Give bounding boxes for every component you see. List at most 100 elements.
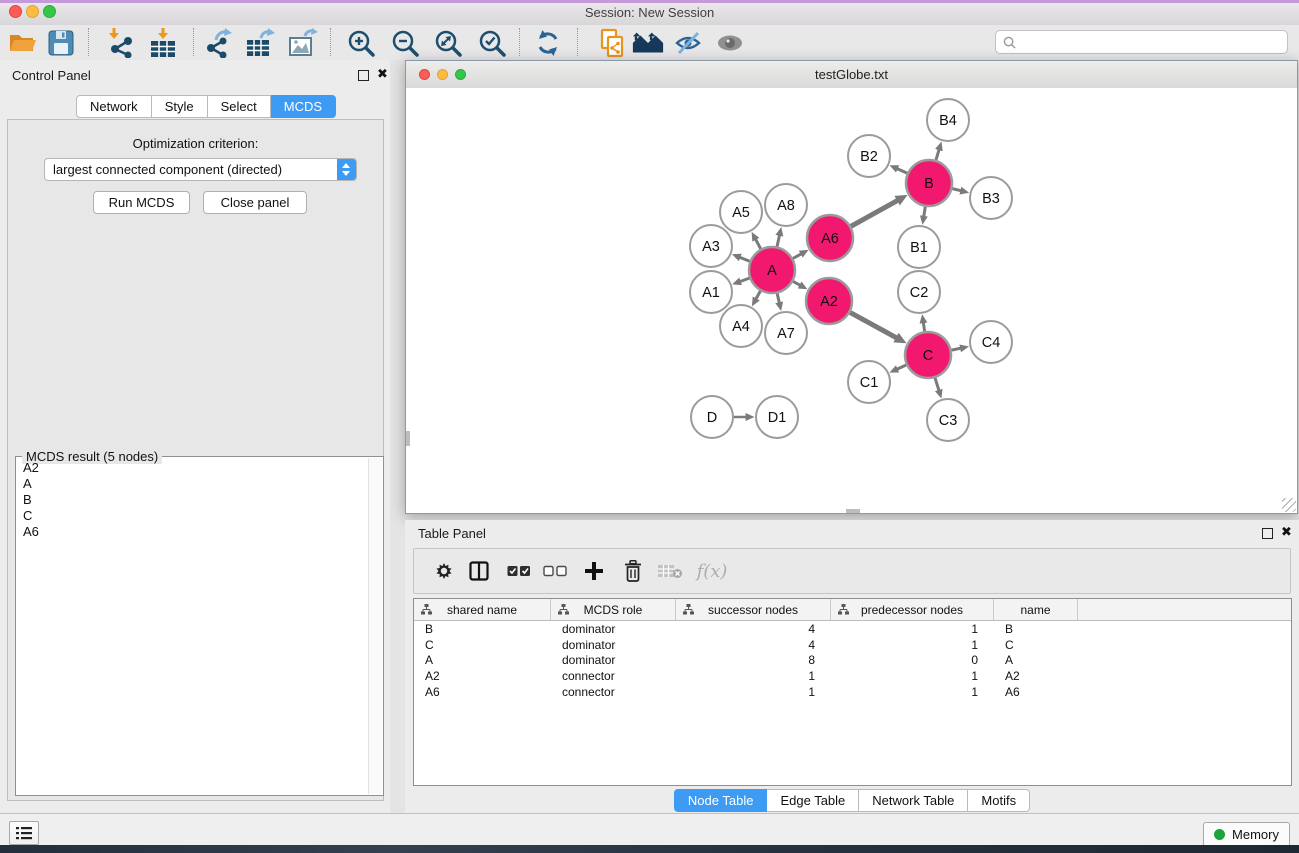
zoom-in-icon[interactable]: [344, 26, 378, 59]
graph-node-C3[interactable]: C3: [927, 399, 969, 441]
graph-node-D1[interactable]: D1: [756, 396, 798, 438]
network-window-titlebar[interactable]: testGlobe.txt: [406, 61, 1297, 89]
graph-node-B1[interactable]: B1: [898, 226, 940, 268]
graph-edge-B-B3[interactable]: [952, 189, 961, 191]
add-column-icon[interactable]: [578, 555, 610, 587]
table-row[interactable]: Bdominator41B: [414, 621, 1291, 637]
graph-edge-C-C1[interactable]: [897, 365, 906, 369]
table-cell[interactable]: 4: [676, 638, 831, 652]
mcds-result-item[interactable]: A: [16, 476, 369, 492]
tab-select[interactable]: Select: [208, 95, 271, 118]
network-canvas[interactable]: B4B2BB3B1A5A8A6A3AA1C2A2A4A7CC4C1C3DD1: [406, 88, 1297, 513]
table-cell[interactable]: 1: [676, 669, 831, 683]
search-input[interactable]: [1016, 35, 1287, 50]
home-icon[interactable]: [631, 26, 665, 59]
deselect-all-icon[interactable]: [539, 555, 571, 587]
graph-edge-A-A2[interactable]: [793, 281, 800, 285]
table-cell[interactable]: A6: [414, 685, 551, 699]
table-row[interactable]: A6connector11A6: [414, 684, 1291, 700]
table-cell[interactable]: connector: [551, 669, 676, 683]
import-network-icon[interactable]: [103, 26, 137, 59]
graph-node-A1[interactable]: A1: [690, 271, 732, 313]
graph-edge-A-A1[interactable]: [740, 278, 749, 281]
table-cell[interactable]: connector: [551, 685, 676, 699]
search-field[interactable]: [995, 30, 1288, 54]
graph-edge-A-A7[interactable]: [777, 293, 779, 302]
float-panel-icon[interactable]: [358, 70, 369, 81]
graph-edge-B-B1[interactable]: [924, 207, 926, 217]
graph-edge-A2-C[interactable]: [850, 312, 896, 337]
graph-node-C[interactable]: C: [905, 332, 951, 378]
graph-edge-B-B2[interactable]: [897, 169, 907, 173]
column-header-predecessor-nodes[interactable]: predecessor nodes: [831, 599, 994, 620]
table-tab-node-table[interactable]: Node Table: [674, 789, 768, 812]
graph-node-A4[interactable]: A4: [720, 305, 762, 347]
table-tab-edge-table[interactable]: Edge Table: [767, 789, 859, 812]
graph-edge-A-A4[interactable]: [756, 291, 760, 299]
graph-node-A8[interactable]: A8: [765, 184, 807, 226]
table-cell[interactable]: 0: [831, 653, 994, 667]
select-all-icon[interactable]: [503, 555, 535, 587]
window-resize-grip[interactable]: [1282, 498, 1296, 512]
close-table-panel-icon[interactable]: ✖: [1281, 525, 1292, 539]
graph-node-B[interactable]: B: [906, 160, 952, 206]
table-cell[interactable]: 1: [831, 622, 994, 636]
graph-node-A2[interactable]: A2: [806, 278, 852, 324]
graph-edge-C-C3[interactable]: [935, 378, 939, 390]
table-cell[interactable]: dominator: [551, 622, 676, 636]
graph-edge-A-A8[interactable]: [777, 235, 779, 246]
table-cell[interactable]: 1: [831, 685, 994, 699]
zoom-out-icon[interactable]: [388, 26, 422, 59]
column-header-shared-name[interactable]: shared name: [414, 599, 551, 620]
delete-table-icon[interactable]: [654, 555, 686, 587]
graph-node-A[interactable]: A: [749, 247, 795, 293]
table-cell[interactable]: 1: [676, 685, 831, 699]
graph-node-C1[interactable]: C1: [848, 361, 890, 403]
close-panel-button[interactable]: Close panel: [203, 191, 307, 214]
table-settings-gear-icon[interactable]: [428, 555, 460, 587]
graph-edge-A-A6[interactable]: [793, 254, 801, 258]
table-cell[interactable]: A6: [994, 685, 1078, 699]
table-cell[interactable]: 1: [831, 638, 994, 652]
function-builder-icon[interactable]: f(x): [696, 555, 728, 587]
graph-edge-A-A5[interactable]: [756, 239, 761, 248]
graph-node-B3[interactable]: B3: [970, 177, 1012, 219]
horizontal-scroll-thumb[interactable]: [846, 509, 860, 513]
delete-column-trash-icon[interactable]: [617, 555, 649, 587]
vertical-scroll-thumb[interactable]: [406, 431, 410, 446]
graph-edge-C-C4[interactable]: [952, 348, 961, 350]
export-table-icon[interactable]: [243, 26, 277, 59]
table-cell[interactable]: B: [994, 622, 1078, 636]
table-cell[interactable]: A2: [414, 669, 551, 683]
graph-edge-B-B4[interactable]: [936, 150, 939, 160]
graph-node-A5[interactable]: A5: [720, 191, 762, 233]
mcds-result-item[interactable]: B: [16, 492, 369, 508]
memory-button[interactable]: Memory: [1203, 822, 1290, 847]
duplicate-network-icon[interactable]: [595, 26, 629, 59]
graph-edge-A-A3[interactable]: [740, 257, 750, 261]
hide-preview-eye-slash-icon[interactable]: [671, 26, 705, 59]
open-file-icon[interactable]: [5, 26, 39, 59]
graph-edge-A6-B[interactable]: [851, 200, 898, 226]
tab-mcds[interactable]: MCDS: [271, 95, 336, 118]
zoom-selected-icon[interactable]: [475, 26, 509, 59]
show-column-icon[interactable]: [463, 555, 495, 587]
mcds-result-item[interactable]: A6: [16, 524, 369, 540]
run-mcds-button[interactable]: Run MCDS: [93, 191, 190, 214]
tab-style[interactable]: Style: [152, 95, 208, 118]
graph-node-A6[interactable]: A6: [807, 215, 853, 261]
save-session-icon[interactable]: [44, 26, 78, 59]
table-cell[interactable]: dominator: [551, 653, 676, 667]
tab-network[interactable]: Network: [76, 95, 152, 118]
graph-node-B2[interactable]: B2: [848, 135, 890, 177]
graph-node-C2[interactable]: C2: [898, 271, 940, 313]
table-cell[interactable]: A2: [994, 669, 1078, 683]
table-row[interactable]: A2connector11A2: [414, 668, 1291, 684]
mcds-result-item[interactable]: A2: [16, 460, 369, 476]
network-graph[interactable]: B4B2BB3B1A5A8A6A3AA1C2A2A4A7CC4C1C3DD1: [406, 88, 1297, 513]
table-cell[interactable]: C: [414, 638, 551, 652]
table-cell[interactable]: 4: [676, 622, 831, 636]
close-panel-icon[interactable]: ✖: [377, 67, 388, 81]
table-tab-motifs[interactable]: Motifs: [968, 789, 1030, 812]
table-cell[interactable]: A: [414, 653, 551, 667]
